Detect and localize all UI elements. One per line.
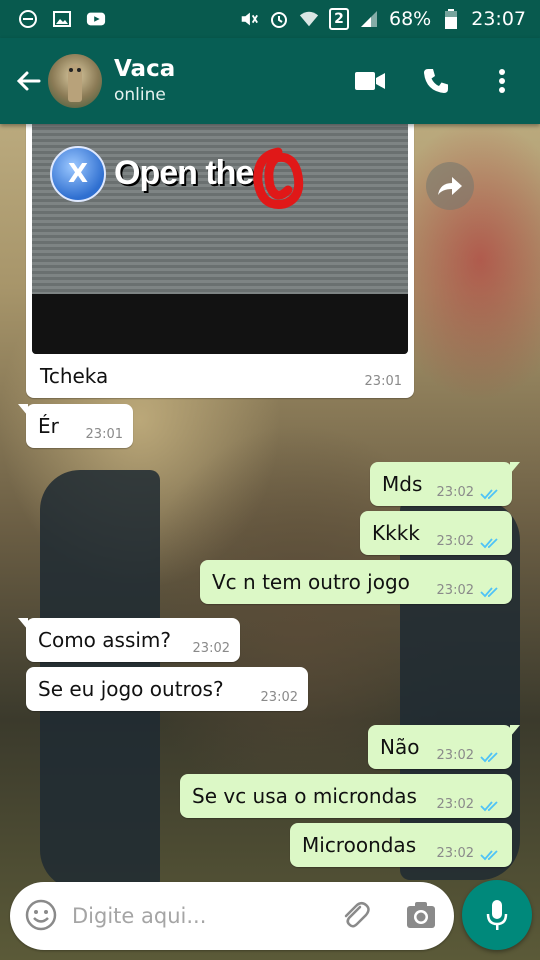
image-black-band xyxy=(32,294,408,354)
youtube-icon xyxy=(86,9,106,29)
avatar-eye-right xyxy=(77,68,81,72)
incoming-message[interactable]: Ér 23:01 xyxy=(18,404,133,448)
message-time: 23:02 xyxy=(436,583,474,598)
image-message[interactable]: X Open the Tcheka 23:01 xyxy=(26,124,414,398)
video-call-icon[interactable] xyxy=(354,65,386,97)
camera-icon[interactable] xyxy=(404,898,438,932)
double-tick-icon xyxy=(480,538,498,549)
message-text: Microondas xyxy=(302,833,417,857)
message-text: Se eu jogo outros? xyxy=(38,677,224,701)
outgoing-message[interactable]: Vc n tem outro jogo 23:02 xyxy=(200,560,512,604)
more-vert-icon[interactable] xyxy=(486,65,518,97)
double-tick-icon xyxy=(480,752,498,763)
clock: 23:07 xyxy=(471,8,526,30)
status-bar: 2 68% 23:07 xyxy=(0,0,540,38)
outgoing-message[interactable]: Não 23:02 xyxy=(368,725,520,769)
outgoing-message[interactable]: Kkkk 23:02 xyxy=(360,511,512,555)
mute-icon xyxy=(239,9,259,29)
sim-badge: 2 xyxy=(329,8,349,30)
message-list[interactable]: X Open the Tcheka 23:01 Ér 23:01 Mds 23:… xyxy=(0,124,540,876)
message-time: 23:02 xyxy=(436,485,474,500)
message-text: Como assim? xyxy=(38,628,172,652)
message-time: 23:01 xyxy=(85,427,123,442)
contact-name: Vaca xyxy=(114,56,176,82)
wifi-icon xyxy=(299,9,319,29)
back-arrow-icon[interactable] xyxy=(6,59,50,103)
message-input[interactable] xyxy=(72,902,322,930)
message-time: 23:02 xyxy=(260,690,298,705)
image-text: Open the xyxy=(114,154,254,192)
double-tick-icon xyxy=(480,489,498,500)
message-text: Não xyxy=(380,735,420,759)
message-time: 23:02 xyxy=(436,534,474,549)
message-time: 23:02 xyxy=(436,748,474,763)
bubble-tail xyxy=(510,725,520,737)
outgoing-message[interactable]: Se vc usa o microndas 23:02 xyxy=(180,774,512,818)
message-text: Se vc usa o microndas xyxy=(192,784,417,808)
incoming-message[interactable]: Se eu jogo outros? 23:02 xyxy=(26,667,308,711)
mic-button[interactable] xyxy=(462,880,532,950)
image-icon xyxy=(52,9,72,29)
minus-circle-icon xyxy=(18,9,38,29)
double-tick-icon xyxy=(480,801,498,812)
bubble-tail xyxy=(510,462,520,474)
battery-percent: 68% xyxy=(389,8,432,30)
red-scribble xyxy=(253,147,304,210)
message-text: Vc n tem outro jogo xyxy=(212,570,410,594)
outgoing-message[interactable]: Mds 23:02 xyxy=(370,462,520,506)
contact-status: online xyxy=(114,85,166,105)
battery-icon xyxy=(441,9,461,29)
x-button-glyph: X xyxy=(50,146,106,202)
bubble-tail xyxy=(18,618,28,630)
contact-info[interactable]: Vaca online xyxy=(114,55,175,107)
message-time: 23:01 xyxy=(364,374,402,389)
chat-header: Vaca online xyxy=(0,38,540,124)
message-text: Ér xyxy=(38,414,59,438)
bubble-tail xyxy=(18,404,28,416)
double-tick-icon xyxy=(480,587,498,598)
avatar-eye-left xyxy=(69,68,73,72)
emoji-icon[interactable] xyxy=(24,898,58,932)
avatar[interactable] xyxy=(48,54,102,108)
image-caption: Tcheka xyxy=(40,364,109,388)
outgoing-message[interactable]: Microondas 23:02 xyxy=(290,823,512,867)
message-time: 23:02 xyxy=(436,846,474,861)
message-composer xyxy=(10,882,454,950)
mic-icon xyxy=(486,900,508,930)
attach-icon[interactable] xyxy=(338,898,372,932)
forward-icon[interactable] xyxy=(426,162,474,210)
message-text: Mds xyxy=(382,472,423,496)
incoming-message[interactable]: Como assim? 23:02 xyxy=(18,618,240,662)
message-time: 23:02 xyxy=(436,797,474,812)
double-tick-icon xyxy=(480,850,498,861)
phone-icon[interactable] xyxy=(420,65,452,97)
message-image[interactable]: X Open the xyxy=(32,124,408,354)
message-time: 23:02 xyxy=(192,641,230,656)
signal-icon xyxy=(359,9,379,29)
alarm-icon xyxy=(269,9,289,29)
message-text: Kkkk xyxy=(372,521,420,545)
